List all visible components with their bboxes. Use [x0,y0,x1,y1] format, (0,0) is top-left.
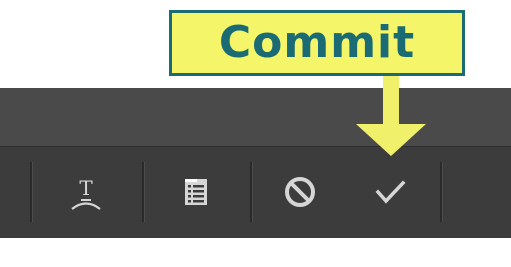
svg-text:T: T [79,176,93,200]
toolbar-separator [142,162,145,222]
toolbar-separator [440,162,443,222]
checkmark-icon [370,172,410,212]
warp-text-icon: T [66,172,106,212]
commit-callout: Commit [169,10,465,76]
panels-button[interactable] [168,162,224,222]
commit-button[interactable] [362,162,418,222]
screenshot-stage: T Commit [0,0,511,267]
warp-text-button[interactable]: T [58,162,114,222]
app-bar [0,88,511,146]
bottom-strip [0,238,511,267]
toolbar-separator [30,162,33,222]
cancel-icon [280,172,320,212]
toolbar-separator [250,162,253,222]
callout-label: Commit [218,17,416,68]
cancel-button[interactable] [272,162,328,222]
panels-icon [176,172,216,212]
